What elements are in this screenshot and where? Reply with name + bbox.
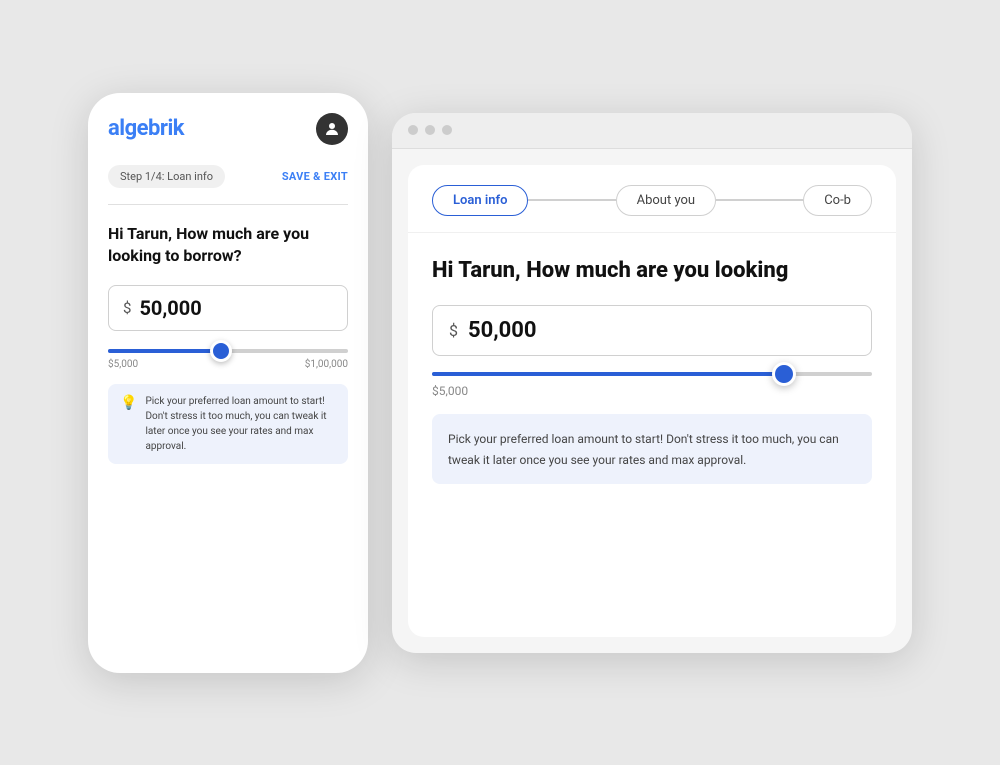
desktop-amount-value: 50,000 [468,318,537,343]
slider-max-label: $1,00,000 [305,359,348,370]
question-title: Hi Tarun, How much are you looking to bo… [108,223,348,268]
desktop-slider-thumb[interactable] [772,362,796,386]
top-bar-dot-1 [408,125,418,135]
desktop-slider-labels: $5,000 [432,384,872,398]
desktop-top-bar [392,113,912,149]
step-tabs: Loan info About you Co-b [408,165,896,233]
desktop-mockup: Loan info About you Co-b Hi Tarun, How m… [392,113,912,653]
desktop-slider-fill [432,372,784,376]
top-bar-dot-3 [442,125,452,135]
app-logo: algebrik [108,116,184,141]
desktop-slider-track [432,372,872,376]
desktop-question-title: Hi Tarun, How much are you looking [408,233,896,306]
step-connector-1 [528,199,615,201]
hint-box: 💡 Pick your preferred loan amount to sta… [108,384,348,464]
amount-value: 50,000 [139,296,201,320]
slider-thumb[interactable] [210,340,232,362]
divider [108,204,348,205]
desktop-hint-text: Pick your preferred loan amount to start… [448,432,839,467]
tab-about-you[interactable]: About you [616,185,716,216]
desktop-slider-min-label: $5,000 [432,384,468,398]
tab-co-borrower[interactable]: Co-b [803,185,872,216]
desktop-amount-input[interactable]: $ 50,000 [432,305,872,356]
phone-body: Step 1/4: Loan info SAVE & EXIT Hi Tarun… [88,157,368,673]
user-avatar[interactable] [316,113,348,145]
phone-mockup: algebrik Step 1/4: Loan info SAVE & EXIT… [88,93,368,673]
slider-track [108,349,348,353]
tab-loan-info[interactable]: Loan info [432,185,528,216]
scene: algebrik Step 1/4: Loan info SAVE & EXIT… [0,53,1000,713]
desktop-slider-container[interactable]: $5,000 [432,372,872,398]
step-bar: Step 1/4: Loan info SAVE & EXIT [108,165,348,188]
slider-fill [108,349,221,353]
hint-icon: 💡 [120,395,137,411]
amount-input[interactable]: $ 50,000 [108,285,348,331]
step-connector-2 [716,199,803,201]
top-bar-dot-2 [425,125,435,135]
desktop-hint-box: Pick your preferred loan amount to start… [432,414,872,484]
slider-labels: $5,000 $1,00,000 [108,359,348,370]
currency-sign: $ [123,299,131,317]
desktop-content: Loan info About you Co-b Hi Tarun, How m… [408,165,896,637]
phone-header: algebrik [88,93,368,157]
slider-container[interactable]: $5,000 $1,00,000 [108,349,348,370]
desktop-currency-sign: $ [449,321,458,340]
step-badge: Step 1/4: Loan info [108,165,225,188]
hint-text: Pick your preferred loan amount to start… [145,394,336,454]
save-exit-button[interactable]: SAVE & EXIT [282,170,348,183]
slider-min-label: $5,000 [108,359,138,370]
